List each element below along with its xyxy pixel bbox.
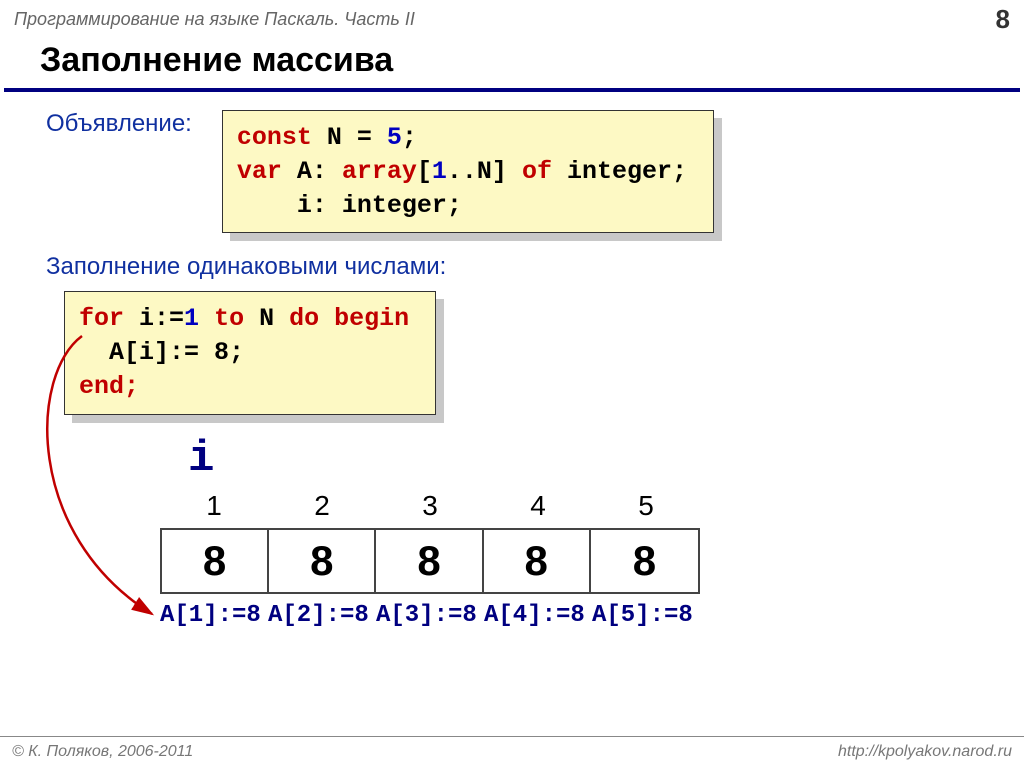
course-title: Программирование на языке Паскаль. Часть… xyxy=(14,9,415,30)
array-index: 3 xyxy=(376,490,484,522)
assignment: A[5]:=8 xyxy=(592,602,700,629)
slide-header: Программирование на языке Паскаль. Часть… xyxy=(0,0,1024,39)
slide-title: Заполнение массива xyxy=(4,39,1020,92)
copyright: © К. Поляков, 2006-2011 xyxy=(12,743,193,761)
code-declaration: const N = 5; var A: array[1..N] of integ… xyxy=(222,110,714,233)
array-cells: 8 8 8 8 8 xyxy=(160,528,700,594)
assignment: A[4]:=8 xyxy=(484,602,592,629)
array-cell: 8 xyxy=(269,530,376,592)
slide-footer: © К. Поляков, 2006-2011 http://kpolyakov… xyxy=(0,736,1024,767)
array-index: 2 xyxy=(268,490,376,522)
assignment: A[1]:=8 xyxy=(160,602,268,629)
array-diagram: 1 2 3 4 5 8 8 8 8 8 xyxy=(160,490,700,594)
array-index: 5 xyxy=(592,490,700,522)
assignment: A[2]:=8 xyxy=(268,602,376,629)
array-cell: 8 xyxy=(591,530,698,592)
index-variable-label: i xyxy=(188,434,214,484)
section1-label: Объявление: xyxy=(0,110,192,138)
assignment: A[3]:=8 xyxy=(376,602,484,629)
array-cell: 8 xyxy=(376,530,483,592)
array-cell: 8 xyxy=(162,530,269,592)
array-cell: 8 xyxy=(484,530,591,592)
array-indices: 1 2 3 4 5 xyxy=(160,490,700,522)
array-index: 4 xyxy=(484,490,592,522)
code-fill: for i:=1 to N do begin A[i]:= 8; end; xyxy=(64,291,436,414)
page-number: 8 xyxy=(996,4,1010,35)
section2-label: Заполнение одинаковыми числами: xyxy=(0,253,1024,281)
code-fill-body: for i:=1 to N do begin A[i]:= 8; end; xyxy=(64,291,436,414)
array-index: 1 xyxy=(160,490,268,522)
code-declaration-body: const N = 5; var A: array[1..N] of integ… xyxy=(222,110,714,233)
assignment-row: A[1]:=8 A[2]:=8 A[3]:=8 A[4]:=8 A[5]:=8 xyxy=(160,602,700,629)
footer-url: http://kpolyakov.narod.ru xyxy=(838,743,1012,761)
